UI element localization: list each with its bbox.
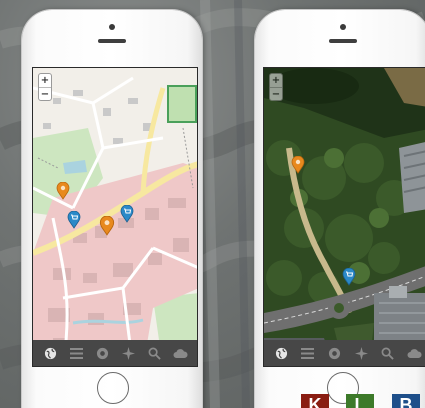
- blue-cart-marker[interactable]: [120, 205, 134, 223]
- record-icon[interactable]: [327, 345, 343, 361]
- map-toolbar: [264, 340, 425, 366]
- cloud-icon[interactable]: [407, 345, 423, 361]
- zoom-out-button[interactable]: −: [39, 87, 51, 100]
- zoom-in-button[interactable]: +: [39, 74, 51, 87]
- search-icon[interactable]: [146, 345, 162, 361]
- blue-cart-marker[interactable]: [342, 268, 356, 286]
- street-map-screen[interactable]: + −: [32, 67, 198, 367]
- list-icon[interactable]: [300, 345, 316, 361]
- earpiece-speaker: [98, 39, 126, 43]
- badge-l: L: [346, 394, 374, 408]
- orange-map-marker[interactable]: [291, 156, 305, 174]
- blue-cart-marker[interactable]: [67, 211, 81, 229]
- phone-left: + −: [22, 10, 202, 408]
- orange-map-marker[interactable]: [99, 216, 115, 236]
- satellite-map-screen[interactable]: + −: [263, 67, 425, 367]
- crosshair-icon[interactable]: [120, 345, 136, 361]
- globe-icon[interactable]: [273, 345, 289, 361]
- front-camera: [340, 24, 346, 30]
- crosshair-icon[interactable]: [353, 345, 369, 361]
- zoom-control[interactable]: + −: [269, 73, 283, 101]
- globe-icon[interactable]: [42, 345, 58, 361]
- zoom-out-button[interactable]: −: [270, 87, 282, 100]
- record-icon[interactable]: [94, 345, 110, 361]
- zoom-in-button[interactable]: +: [270, 74, 282, 87]
- badge-k: K: [301, 394, 329, 408]
- phone-right: + −: [255, 10, 425, 408]
- list-icon[interactable]: [68, 345, 84, 361]
- satellite-map[interactable]: [264, 68, 425, 367]
- orange-map-marker[interactable]: [56, 182, 70, 200]
- badge-b: B: [392, 394, 420, 408]
- cloud-icon[interactable]: [172, 345, 188, 361]
- home-button[interactable]: [97, 372, 129, 404]
- earpiece-speaker: [329, 39, 357, 43]
- front-camera: [109, 24, 115, 30]
- street-map[interactable]: [33, 68, 198, 367]
- search-icon[interactable]: [380, 345, 396, 361]
- zoom-control[interactable]: + −: [38, 73, 52, 101]
- map-toolbar: [33, 340, 197, 366]
